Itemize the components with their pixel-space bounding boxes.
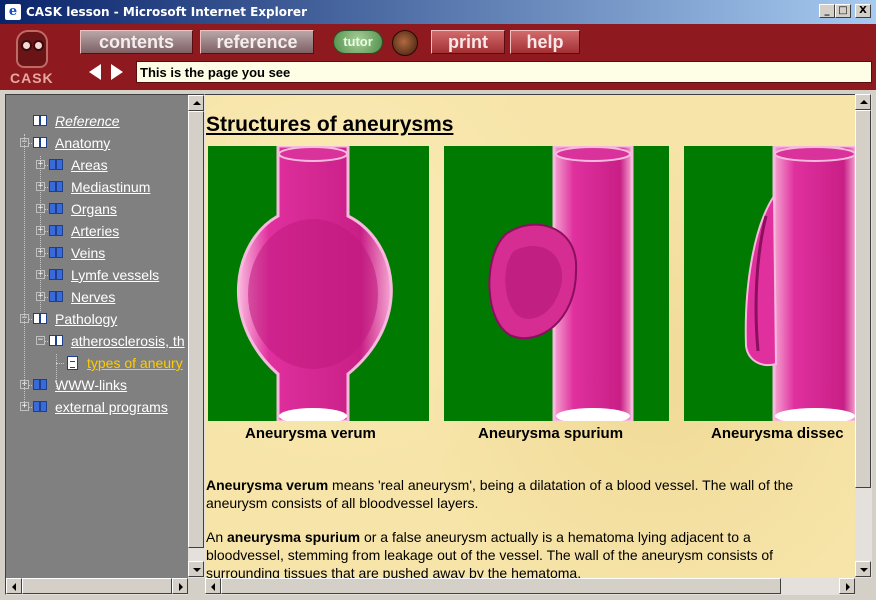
scroll-up-button[interactable] [188,95,204,111]
tree-item[interactable]: − Pathology [6,310,188,328]
scroll-thumb[interactable] [188,111,204,548]
tree-item-label[interactable]: Lymfe vessels [71,267,159,283]
collapse-icon[interactable]: − [36,336,45,345]
closed-book-icon [33,400,48,413]
cask-toolbar: CASK contents reference tutor print help… [0,24,876,90]
open-book-icon [33,114,48,127]
closed-book-icon [49,290,64,303]
scroll-corner [188,578,205,595]
reference-tree: Reference − Anatomy + Areas + Mediastinum + Orga… [6,95,188,578]
tree-item-label[interactable]: atherosclerosis, th [71,333,185,349]
tree-item[interactable]: + Veins [6,244,188,262]
tree-item-label[interactable]: Veins [71,245,105,261]
tree-item-label[interactable]: types of aneury [87,355,183,371]
term-verum: Aneurysma verum [206,477,329,493]
tree-item-label[interactable]: Anatomy [55,135,110,151]
open-book-icon [33,312,48,325]
logo-text: CASK [10,70,54,86]
tree-item[interactable]: types of aneury [6,354,188,372]
scroll-thumb[interactable] [22,578,172,594]
closed-book-icon [49,158,64,171]
open-book-icon [33,136,48,149]
scroll-corner [855,578,872,595]
tree-guide-line [56,354,57,389]
tree-item-label[interactable]: external programs [55,399,168,415]
tree-item[interactable]: − Anatomy [6,134,188,152]
scroll-left-button[interactable] [205,578,221,594]
tree-item-label[interactable]: Nerves [71,289,115,305]
tree-item[interactable]: + Arteries [6,222,188,240]
content-horizontal-scrollbar[interactable] [205,578,855,595]
print-button[interactable]: print [431,30,505,54]
paragraph-spurium: An aneurysma spurium or a false aneurysm… [206,528,826,578]
open-book-icon [49,334,64,347]
scroll-left-button[interactable] [6,578,22,594]
scroll-down-button[interactable] [855,561,871,577]
document-icon [67,356,78,370]
page-title: Structures of aneurysms [206,113,454,136]
term-spurium: aneurysma spurium [227,529,361,545]
tree-item[interactable]: + Nerves [6,288,188,306]
closed-book-icon [33,378,48,391]
maximize-button[interactable]: □ [835,4,851,18]
scroll-thumb[interactable] [855,110,871,488]
closed-book-icon [49,246,64,259]
closed-book-icon [49,268,64,281]
help-button[interactable]: help [510,30,580,54]
back-arrow-icon[interactable] [89,64,101,80]
scroll-right-button[interactable] [839,578,855,594]
forward-arrow-icon[interactable] [111,64,123,80]
closed-book-icon [49,180,64,193]
aneurysma-verum-image [208,146,429,421]
tree-item[interactable]: + WWW-links [6,376,188,394]
content-vertical-scrollbar[interactable] [855,94,872,578]
scroll-down-button[interactable] [188,561,204,577]
scroll-up-button[interactable] [855,94,871,110]
tree-guide-line [24,134,25,404]
aneurysma-dissecans-image [684,146,855,421]
tutor-button[interactable]: tutor [333,30,383,54]
close-button[interactable]: X [855,4,871,18]
internet-explorer-icon: e [5,4,21,20]
tree-horizontal-scrollbar[interactable] [6,578,188,595]
scroll-thumb[interactable] [221,578,781,594]
tree-item-label[interactable]: WWW-links [55,377,127,393]
tree-item-label[interactable]: Pathology [55,311,117,327]
title-bar: e CASK lesson - Microsoft Internet Explo… [0,0,876,24]
tree-item[interactable]: Reference [6,112,188,130]
tree-item[interactable]: − atherosclerosis, th [6,332,188,350]
paragraph-spurium-prefix: An [206,529,228,545]
caption-spurium: Aneurysma spurium [478,425,624,442]
tree-item-label[interactable]: Areas [71,157,108,173]
scroll-right-button[interactable] [172,578,188,594]
tree-item-label[interactable]: Reference [55,113,120,129]
tree-vertical-scrollbar[interactable] [188,95,205,578]
caption-verum: Aneurysma verum [245,425,376,442]
tree-item[interactable]: + Organs [6,200,188,218]
tree-item[interactable]: + Lymfe vessels [6,266,188,284]
window-title: CASK lesson - Microsoft Internet Explore… [26,5,307,19]
aneurysma-spurium-image [444,146,669,421]
tree-guide-line [40,156,41,311]
tree-item[interactable]: + Mediastinum [6,178,188,196]
owl-icon [16,30,48,68]
minimize-button[interactable]: _ [819,4,835,18]
cask-logo: CASK [10,30,66,88]
tree-item-label[interactable]: Arteries [71,223,119,239]
tree-item[interactable]: + external programs [6,398,188,416]
tree-item-label[interactable]: Mediastinum [71,179,150,195]
lesson-content: Structures of aneurysms Aneurysma verum … [205,94,855,578]
tree-item-label[interactable]: Organs [71,201,117,217]
reference-button[interactable]: reference [200,30,314,54]
closed-book-icon [49,224,64,237]
tutor-face-icon[interactable] [392,30,418,56]
paragraph-verum: Aneurysma verum means 'real aneurysm', b… [206,476,826,512]
closed-book-icon [49,202,64,215]
contents-button[interactable]: contents [80,30,193,54]
caption-dissecans: Aneurysma dissec [711,425,844,442]
reference-tree-pane: Reference − Anatomy + Areas + Mediastinum + Orga… [5,94,205,595]
status-field: This is the page you see [136,61,872,83]
tree-item[interactable]: + Areas [6,156,188,174]
